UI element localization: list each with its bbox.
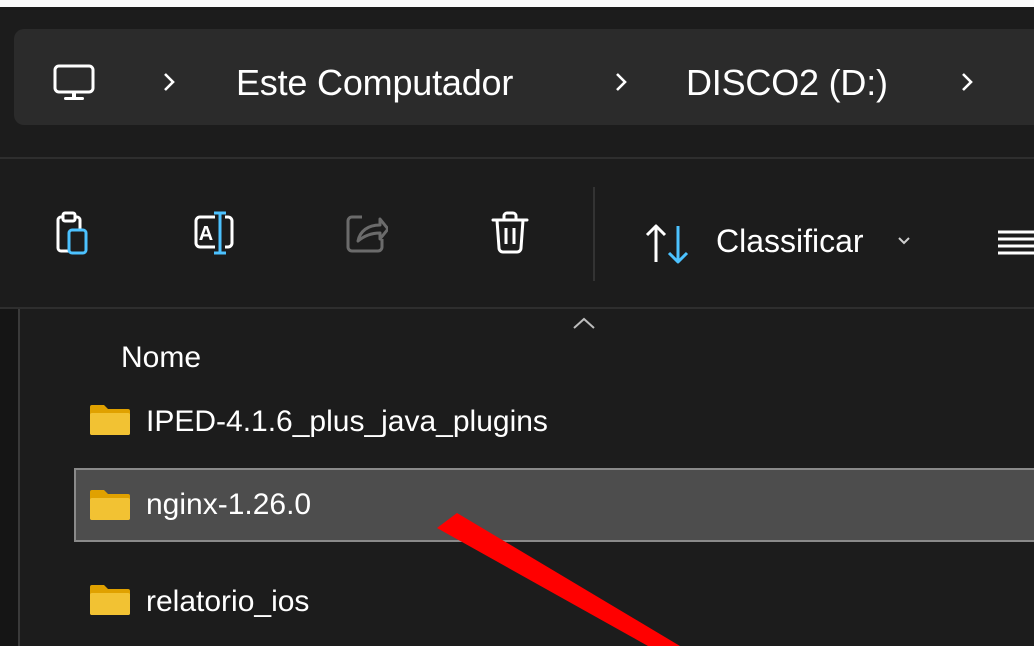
folder-name: nginx-1.26.0 (146, 488, 312, 521)
sort-caret-up-icon (573, 317, 595, 329)
sort-button[interactable]: Classificar (716, 217, 864, 265)
divider (0, 307, 1034, 309)
share-icon (346, 215, 388, 253)
svg-text:A: A (199, 223, 213, 245)
chevron-down-icon[interactable] (896, 235, 912, 247)
chevron-right-icon (616, 73, 627, 91)
share-button[interactable] (340, 205, 392, 261)
folder-icon (90, 405, 130, 435)
list-item[interactable]: IPED-4.1.6_plus_java_plugins (74, 385, 1034, 459)
paste-button[interactable] (46, 205, 98, 261)
view-lines-icon[interactable] (998, 229, 1034, 257)
computer-icon[interactable] (52, 64, 96, 102)
folder-icon (90, 585, 130, 615)
divider (0, 157, 1034, 159)
navigation-pane (0, 309, 18, 646)
breadcrumb-item-este-computador[interactable]: Este Computador (236, 57, 513, 109)
rename-icon: A (194, 211, 234, 255)
folder-icon (90, 490, 130, 520)
sort-arrows-icon[interactable] (643, 220, 693, 268)
chevron-right-icon[interactable] (958, 69, 976, 95)
toolbar-divider (593, 187, 595, 281)
clipboard-icon (56, 211, 88, 255)
list-item[interactable]: relatorio_ios (74, 565, 1034, 639)
breadcrumb-item-disco2[interactable]: DISCO2 (D:) (686, 57, 888, 109)
rename-button[interactable]: A (190, 205, 242, 261)
list-item-selected[interactable]: nginx-1.26.0 (74, 468, 1034, 542)
folder-name: IPED-4.1.6_plus_java_plugins (146, 405, 548, 438)
folder-name: relatorio_ios (146, 585, 310, 618)
trash-icon (491, 211, 529, 254)
column-header-nome[interactable]: Nome (121, 336, 201, 380)
pane-divider[interactable] (18, 309, 20, 646)
chevron-right-icon (164, 73, 175, 91)
delete-button[interactable] (484, 205, 536, 261)
file-explorer-window: Este Computador DISCO2 (D:) A Classifica… (0, 7, 1034, 646)
